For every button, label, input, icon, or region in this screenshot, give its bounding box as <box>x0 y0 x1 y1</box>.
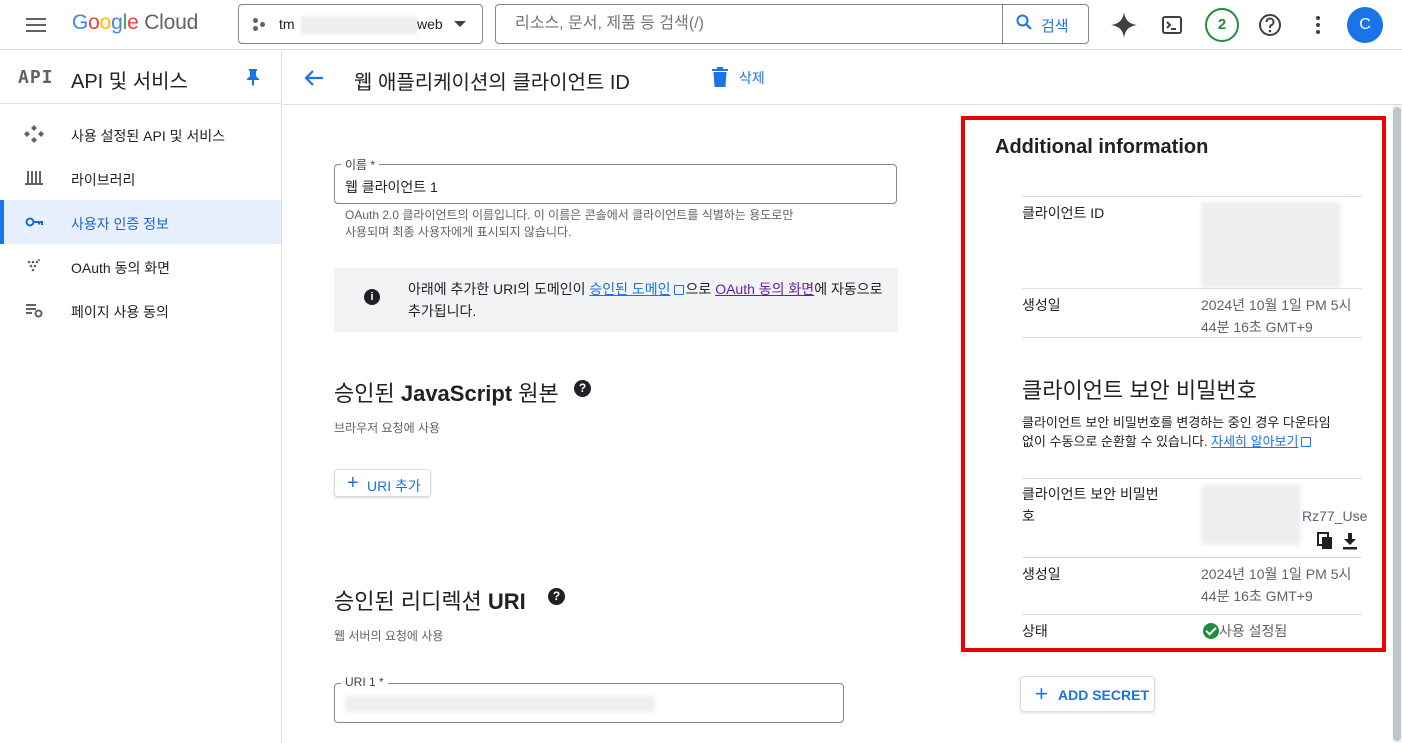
redirect-uris-help-icon[interactable]: ? <box>548 588 565 605</box>
js-origins-hint: 브라우저 요청에 사용 <box>334 421 441 435</box>
learn-more-link[interactable]: 자세히 알아보기 <box>1211 434 1298 449</box>
pin-icon[interactable] <box>246 68 260 86</box>
more-vert-icon[interactable] <box>1302 9 1334 41</box>
project-name-prefix: tm <box>279 16 295 32</box>
client-secret-heading: 클라이언트 보안 비밀번호 <box>1022 378 1257 403</box>
oauth-consent-link[interactable]: OAuth 동의 화면 <box>715 281 814 297</box>
add-uri-button[interactable]: + URI 추가 <box>334 469 431 497</box>
sidebar-item-oauth-consent[interactable]: OAuth 동의 화면 <box>0 244 281 288</box>
uri-1-field[interactable]: URI 1 * <box>334 675 844 723</box>
additional-info-panel: Additional information 클라이언트 ID 생성일 2024… <box>961 116 1386 652</box>
key-icon <box>25 217 43 227</box>
avatar[interactable]: C <box>1347 7 1383 43</box>
project-name-suffix: web <box>417 16 443 32</box>
chevron-down-icon <box>454 21 466 27</box>
page-header: 웹 애플리케이션의 클라이언트 ID 삭제 <box>283 51 1402 105</box>
client-secret-description: 클라이언트 보안 비밀번호를 변경하는 중인 경우 다운타임 없이 수동으로 순… <box>1022 415 1331 449</box>
sidebar-item-credentials[interactable]: 사용자 인증 정보 <box>0 200 281 244</box>
name-field-label: 이름 * <box>341 156 380 173</box>
uri-1-label: URI 1 * <box>341 675 388 689</box>
client-secret-label: 클라이언트 보안 비밀번 호 <box>1022 486 1159 524</box>
notifications-badge[interactable]: 2 <box>1205 8 1239 42</box>
external-link-icon <box>673 285 684 295</box>
cloud-shell-icon[interactable] <box>1156 9 1188 41</box>
sidebar-item-enabled-apis[interactable]: 사용 설정된 API 및 서비스 <box>0 112 281 156</box>
gemini-icon[interactable] <box>1108 9 1140 41</box>
divider <box>1022 288 1362 289</box>
library-icon <box>25 171 43 185</box>
api-logo: API <box>18 67 54 88</box>
client-id-label: 클라이언트 ID <box>1022 205 1105 221</box>
redirect-uris-hint: 웹 서버의 요청에 사용 <box>334 629 444 643</box>
divider <box>1022 557 1362 558</box>
divider <box>1022 478 1362 479</box>
external-link-icon <box>1301 437 1312 447</box>
search-bar: 검색 <box>495 4 1089 44</box>
trash-icon <box>712 67 728 87</box>
secret-created-value: 2024년 10월 1일 PM 5시 44분 16초 GMT+9 <box>1201 566 1352 604</box>
secret-created-label: 생성일 <box>1022 566 1061 582</box>
redacted-project-name <box>301 16 417 34</box>
additional-info-title: Additional information <box>995 136 1209 158</box>
search-input[interactable] <box>497 6 1002 42</box>
search-button[interactable]: 검색 <box>1002 5 1088 43</box>
info-note: i 아래에 추가한 URI의 도메인이 승인된 도메인 으로 OAuth 동의 화… <box>334 268 898 332</box>
project-icon <box>253 18 267 32</box>
sidebar-item-page-usage[interactable]: 페이지 사용 동의 <box>0 288 281 332</box>
status-value: 사용 설정됨 <box>1219 623 1288 639</box>
menu-icon[interactable] <box>24 13 48 37</box>
redacted-uri <box>345 696 655 712</box>
divider <box>1022 337 1362 338</box>
name-field-value: 웹 클라이언트 1 <box>345 179 438 195</box>
back-arrow-icon[interactable] <box>303 67 325 89</box>
created-label: 생성일 <box>1022 297 1061 313</box>
apis-icon <box>24 125 44 143</box>
oauth-consent-icon <box>27 259 40 272</box>
sidebar-item-library[interactable]: 라이브러리 <box>0 156 281 200</box>
created-value: 2024년 10월 1일 PM 5시 44분 16초 GMT+9 <box>1201 297 1352 335</box>
help-icon[interactable] <box>1254 9 1286 41</box>
plus-icon: + <box>347 472 359 494</box>
sidebar-title: API 및 서비스 <box>71 71 188 93</box>
authorized-domains-link[interactable]: 승인된 도메인 <box>589 281 670 297</box>
search-icon <box>1016 14 1032 30</box>
redacted-client-secret <box>1201 485 1301 545</box>
check-circle-icon <box>1203 623 1219 639</box>
add-secret-button[interactable]: + ADD SECRET <box>1020 676 1155 712</box>
sidebar: API API 및 서비스 사용 설정된 API 및 서비스 라이브러리 사용자… <box>0 51 282 743</box>
page-usage-icon <box>26 304 43 318</box>
scrollbar[interactable] <box>1392 105 1402 743</box>
js-origins-heading: 승인된 JavaScript 원본 <box>334 381 559 406</box>
download-icon[interactable] <box>1342 532 1358 550</box>
divider <box>1022 614 1362 615</box>
page-title: 웹 애플리케이션의 클라이언트 ID <box>354 72 630 94</box>
name-hint: OAuth 2.0 클라이언트의 이름입니다. 이 이름은 콘솔에서 클라이언트… <box>345 208 794 239</box>
google-cloud-logo[interactable]: Google Cloud <box>72 11 198 35</box>
divider <box>1022 196 1362 197</box>
sidebar-header: API API 및 서비스 <box>0 51 281 104</box>
redirect-uris-heading: 승인된 리디렉션 URI <box>334 589 526 614</box>
info-icon: i <box>364 289 380 305</box>
js-origins-help-icon[interactable]: ? <box>574 380 591 397</box>
redacted-client-id <box>1201 202 1341 288</box>
project-selector[interactable]: tm web <box>238 4 483 44</box>
plus-icon: + <box>1035 681 1048 706</box>
name-field[interactable]: 이름 * 웹 클라이언트 1 <box>334 156 897 204</box>
top-bar: Google Cloud tm web 검색 2 <box>0 0 1402 50</box>
status-label: 상태 <box>1022 623 1048 639</box>
client-secret-partial: Rz77_Use <box>1302 508 1368 524</box>
copy-icon[interactable] <box>1317 532 1333 550</box>
